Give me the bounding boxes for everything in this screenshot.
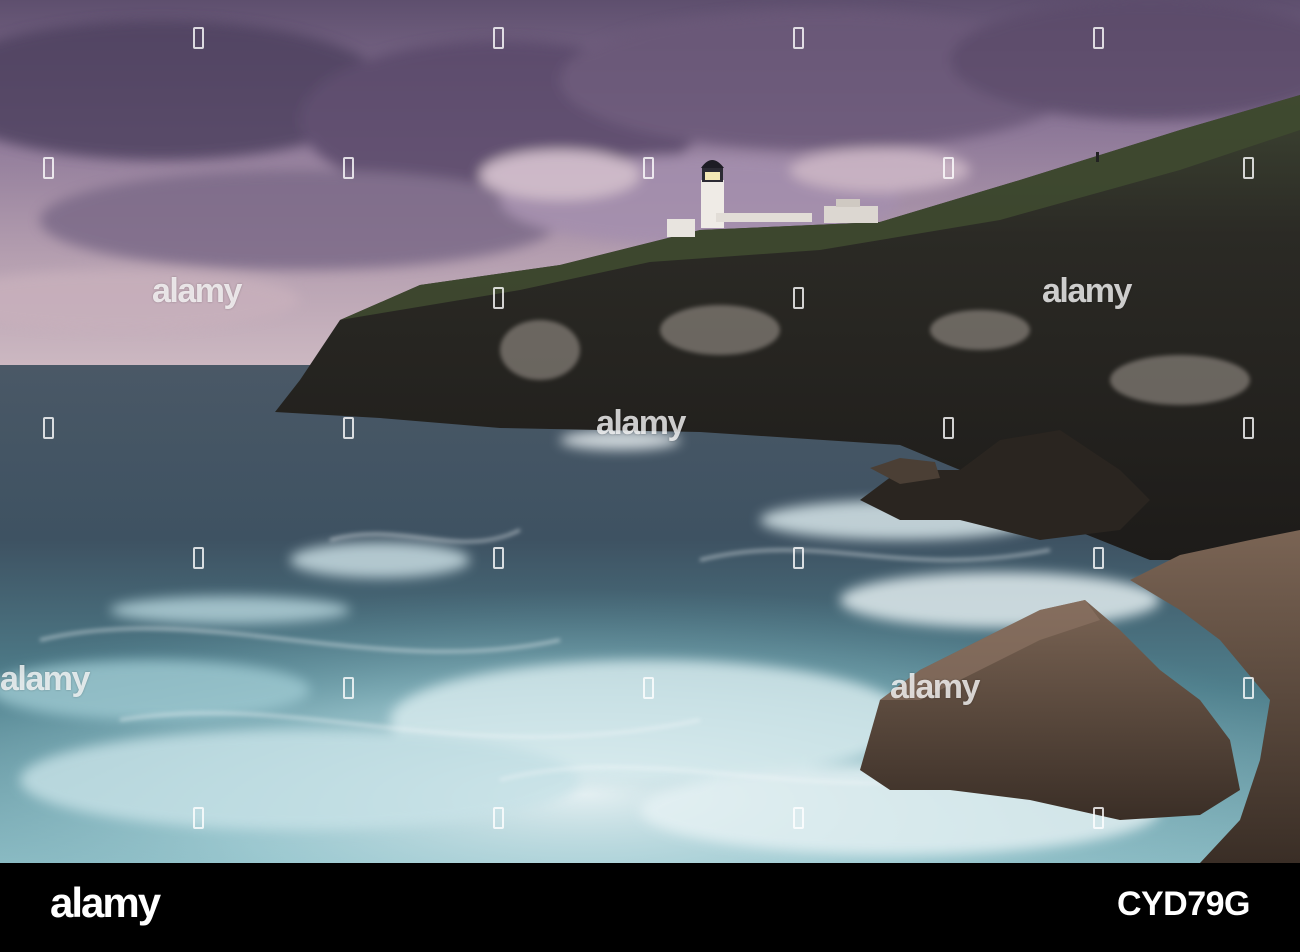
photo-scene xyxy=(0,0,1300,863)
footer-bar: alamy CYD79G xyxy=(0,863,1300,952)
stock-photo: alamy alamy alamy alamy alamy xyxy=(0,0,1300,863)
stock-image-id: CYD79G xyxy=(1116,885,1251,923)
brand-logo: alamy xyxy=(50,879,161,926)
